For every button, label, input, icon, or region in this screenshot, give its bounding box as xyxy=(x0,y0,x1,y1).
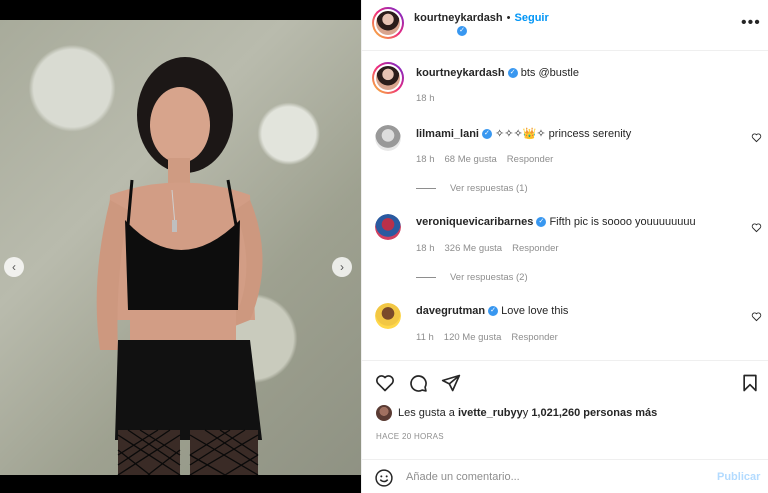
reply-button[interactable]: Responder xyxy=(507,154,553,165)
comment-username[interactable]: lilmami_lani xyxy=(416,128,479,140)
commenter-avatar[interactable] xyxy=(375,125,401,151)
media-letterbox-top xyxy=(0,0,361,20)
follow-button[interactable]: Seguir xyxy=(515,12,549,24)
comment: veroniquevicaribarnes ✓ Fifth pic is sooo… xyxy=(416,216,696,228)
chevron-right-icon: › xyxy=(340,260,344,274)
caption: kourtneykardash ✓ bts @bustle xyxy=(416,67,579,79)
photo-figure xyxy=(96,57,263,475)
verified-badge-icon: ✓ xyxy=(488,306,499,317)
post-time-ago: HACE 20 HORAS xyxy=(376,432,444,441)
post-actions xyxy=(362,360,768,403)
commenter-avatar[interactable] xyxy=(375,303,401,329)
comment-time: 18 h xyxy=(416,243,435,254)
save-bookmark-icon[interactable] xyxy=(740,373,760,393)
header-separator: • xyxy=(506,12,511,24)
post-side-panel: kourtneykardash • Seguir ✓ ••• kourtneykar… xyxy=(361,0,768,493)
more-options-icon[interactable]: ••• xyxy=(741,14,761,32)
comment-text: ✧✧✧👑✧ princess serenity xyxy=(495,128,632,140)
commenter-avatar[interactable] xyxy=(375,214,401,240)
chevron-left-icon: ‹ xyxy=(12,260,16,274)
previous-image-button[interactable]: ‹ xyxy=(4,257,24,277)
comment-username[interactable]: davegrutman xyxy=(416,305,485,317)
verified-badge-icon: ✓ xyxy=(507,68,518,79)
caption-avatar[interactable] xyxy=(372,62,404,94)
comment-likes[interactable]: 68 Me gusta xyxy=(445,154,497,165)
reply-button[interactable]: Responder xyxy=(511,332,557,343)
replies-divider xyxy=(416,277,436,278)
comment-text: Fifth pic is soooo youuuuuuuu xyxy=(549,216,696,228)
media-letterbox-bottom xyxy=(0,475,361,493)
like-heart-icon[interactable] xyxy=(375,373,395,393)
comment: lilmami_lani ✓ ✧✧✧👑✧ princess serenity xyxy=(416,127,631,140)
publish-button[interactable]: Publicar xyxy=(717,471,760,483)
next-image-button[interactable]: › xyxy=(332,257,352,277)
replies-divider xyxy=(416,188,436,189)
comment-likes[interactable]: 326 Me gusta xyxy=(445,243,503,254)
verified-badge-icon: ✓ xyxy=(481,129,492,140)
post-modal: ‹ › kourtneykardash • Seguir ✓ ••• kourt… xyxy=(0,0,768,493)
caption-text: bts @bustle xyxy=(520,67,579,79)
comment-likes[interactable]: 120 Me gusta xyxy=(444,332,502,343)
share-send-icon[interactable] xyxy=(441,373,461,393)
reply-button[interactable]: Responder xyxy=(512,243,558,254)
like-comment-heart-icon[interactable] xyxy=(751,311,762,322)
caption-time: 18 h xyxy=(416,93,435,104)
author-username[interactable]: kourtneykardash xyxy=(414,12,503,24)
liker-username[interactable]: ivette_rubyy xyxy=(458,407,523,419)
comment-time: 18 h xyxy=(416,154,435,165)
comment-meta: 18 h 68 Me gusta Responder xyxy=(416,154,563,165)
comment-composer: Publicar xyxy=(362,459,768,493)
author-avatar[interactable] xyxy=(372,7,404,39)
comment-text: Love love this xyxy=(501,305,569,317)
like-comment-heart-icon[interactable] xyxy=(751,132,762,143)
comment-input[interactable] xyxy=(406,467,706,487)
view-replies-button[interactable]: Ver respuestas (2) xyxy=(416,272,528,283)
likes-prefix: Les gusta a xyxy=(398,407,455,419)
verified-badge-icon: ✓ xyxy=(536,217,547,228)
comment-meta: 18 h 326 Me gusta Responder xyxy=(416,243,569,254)
likes-count[interactable]: 1,021,260 personas más xyxy=(531,407,657,419)
verified-badge-icon: ✓ xyxy=(457,26,467,36)
liker-avatar[interactable] xyxy=(376,405,392,421)
post-photo[interactable]: ‹ › xyxy=(0,20,361,475)
view-replies-button[interactable]: Ver respuestas (1) xyxy=(416,183,528,194)
comment-bubble-icon[interactable] xyxy=(408,373,428,393)
media-panel: ‹ › xyxy=(0,0,361,493)
post-header: kourtneykardash • Seguir ✓ ••• xyxy=(362,0,768,51)
comment-time: 11 h xyxy=(416,332,434,343)
comment: davegrutman ✓ Love love this xyxy=(416,305,568,317)
comment-username[interactable]: veroniquevicaribarnes xyxy=(416,216,533,228)
emoji-smiley-icon[interactable] xyxy=(374,468,394,488)
view-replies-label: Ver respuestas (2) xyxy=(450,272,528,283)
caption-username[interactable]: kourtneykardash xyxy=(416,67,505,79)
like-comment-heart-icon[interactable] xyxy=(751,222,762,233)
view-replies-label: Ver respuestas (1) xyxy=(450,183,528,194)
likes-summary: Les gusta a ivette_rubyy y 1,021,260 per… xyxy=(376,405,657,421)
likes-connector: y xyxy=(522,407,529,419)
comment-meta: 11 h 120 Me gusta Responder xyxy=(416,332,568,343)
